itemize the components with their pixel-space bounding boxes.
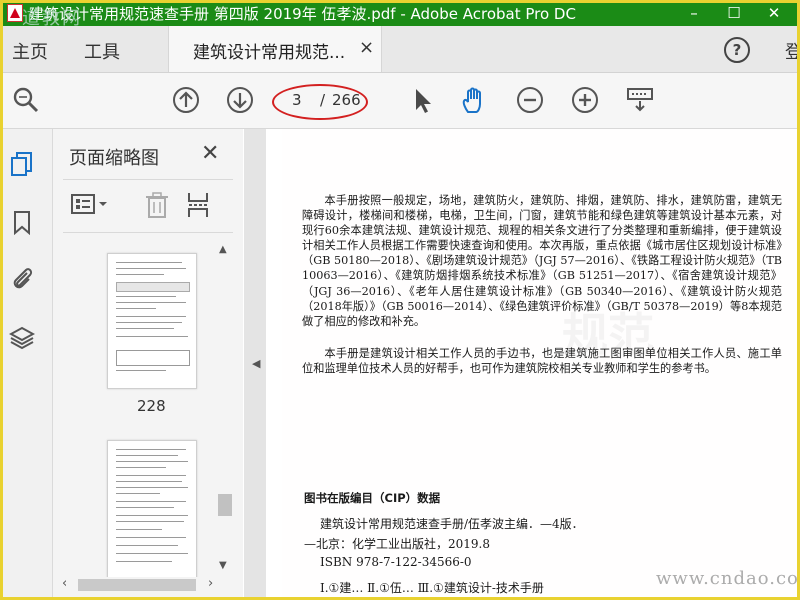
collapse-arrow-icon[interactable]: ◀ xyxy=(252,357,260,370)
scrollbar-thumb[interactable] xyxy=(218,494,232,516)
horizontal-scrollbar-thumb[interactable] xyxy=(78,579,196,591)
panel-divider-2 xyxy=(63,232,233,233)
panel-title: 页面缩略图 xyxy=(69,148,159,169)
help-icon[interactable]: ? xyxy=(724,37,750,63)
document-tab-label: 建筑设计常用规范... xyxy=(193,43,346,63)
thumbnail-options-menu[interactable] xyxy=(71,193,111,217)
left-navigation-rail xyxy=(0,129,53,600)
page-separator: / xyxy=(320,91,326,109)
cip-line-3: ISBN 978-7-122-34566-0 xyxy=(320,555,472,569)
close-tab-icon[interactable]: × xyxy=(359,37,374,58)
sign-in-button[interactable]: 登 xyxy=(785,38,800,64)
page-thumbnails-panel: 页面缩略图 ✕ 228 xyxy=(53,129,243,600)
watermark-url: www.cndao.com xyxy=(656,568,800,589)
cip-line-4: Ⅰ.①建… Ⅱ.①伍… Ⅲ.①建筑设计-技术手册 xyxy=(320,581,544,595)
window-title: 建筑设计常用规范速查手册 第四版 2019年 伍孝波.pdf - Adobe A… xyxy=(29,4,576,23)
thumbnail-page-number: 228 xyxy=(137,397,166,415)
page-thumbnails-icon[interactable] xyxy=(9,151,35,177)
title-bar: 建筑设计常用规范速查手册 第四版 2019年 伍孝波.pdf - Adobe A… xyxy=(0,0,800,26)
scroll-up-icon[interactable]: ▲ xyxy=(219,244,227,255)
maximize-button[interactable]: ☐ xyxy=(714,4,754,22)
total-pages: 266 xyxy=(332,91,361,109)
scroll-right-icon[interactable]: › xyxy=(208,576,213,591)
window-controls: – ☐ ✕ xyxy=(674,0,794,26)
zoom-in-icon[interactable] xyxy=(571,86,599,114)
thumbnail-vertical-scrollbar[interactable]: ▲ ▼ xyxy=(218,244,232,576)
next-page-icon[interactable] xyxy=(226,86,254,114)
insert-page-icon[interactable] xyxy=(187,191,211,219)
layers-icon[interactable] xyxy=(8,325,36,351)
current-page-input[interactable]: 3 xyxy=(292,91,302,109)
minimize-button[interactable]: – xyxy=(674,4,714,22)
intro-paragraph-1: 本手册按照一般规定，场地，建筑防火，建筑防、排烟，建筑防、排水，建筑防雷，建筑无… xyxy=(302,194,782,328)
hand-tool-icon[interactable] xyxy=(460,86,488,114)
panel-collapse-handle[interactable]: ◀ xyxy=(244,129,266,600)
menu-bar: 主页 工具 建筑设计常用规范... × ? 登 xyxy=(0,26,800,73)
previous-page-icon[interactable] xyxy=(172,86,200,114)
intro-paragraph-2: 本手册是建筑设计相关工作人员的手边书，也是建筑施工图审图单位相关工作人员、施工单… xyxy=(302,347,782,376)
page-thumbnail-228[interactable] xyxy=(107,253,197,389)
tools-tab[interactable]: 工具 xyxy=(84,38,120,64)
zoom-out-icon[interactable] xyxy=(516,86,544,114)
bookmarks-icon[interactable] xyxy=(9,209,35,236)
close-window-button[interactable]: ✕ xyxy=(754,4,794,22)
scroll-mode-icon[interactable] xyxy=(626,86,654,114)
select-arrow-icon[interactable] xyxy=(408,86,436,114)
delete-page-icon[interactable] xyxy=(145,191,169,219)
acrobat-app-icon xyxy=(7,4,23,22)
thumbnail-horizontal-scrollbar[interactable]: ‹ › xyxy=(60,576,220,593)
cip-line-1: 建筑设计常用规范速查手册/伍孝波主编．—4版． xyxy=(320,517,584,531)
zoom-search-icon[interactable] xyxy=(12,86,40,114)
page-number-field[interactable]: 3 / 266 xyxy=(280,88,361,112)
cip-line-2: —北京：化学工业出版社，2019.8 xyxy=(304,537,490,551)
document-tab[interactable]: 建筑设计常用规范... × xyxy=(168,26,382,72)
pdf-page: 规范 本手册按照一般规定，场地，建筑防火，建筑防、排烟，建筑防、排水，建筑防雷，… xyxy=(282,129,800,600)
document-viewport[interactable]: 规范 本手册按照一般规定，场地，建筑防火，建筑防、排烟，建筑防、排水，建筑防雷，… xyxy=(266,129,800,600)
attachments-icon[interactable] xyxy=(9,265,35,291)
page-thumbnail-229[interactable] xyxy=(107,440,197,590)
scroll-down-icon[interactable]: ▼ xyxy=(219,560,227,571)
close-panel-icon[interactable]: ✕ xyxy=(201,141,219,166)
cip-heading: 图书在版编目（CIP）数据 xyxy=(304,491,441,505)
panel-divider xyxy=(63,179,233,180)
scroll-left-icon[interactable]: ‹ xyxy=(62,576,67,591)
main-toolbar: 3 / 266 xyxy=(0,73,800,129)
home-tab[interactable]: 主页 xyxy=(12,38,48,64)
